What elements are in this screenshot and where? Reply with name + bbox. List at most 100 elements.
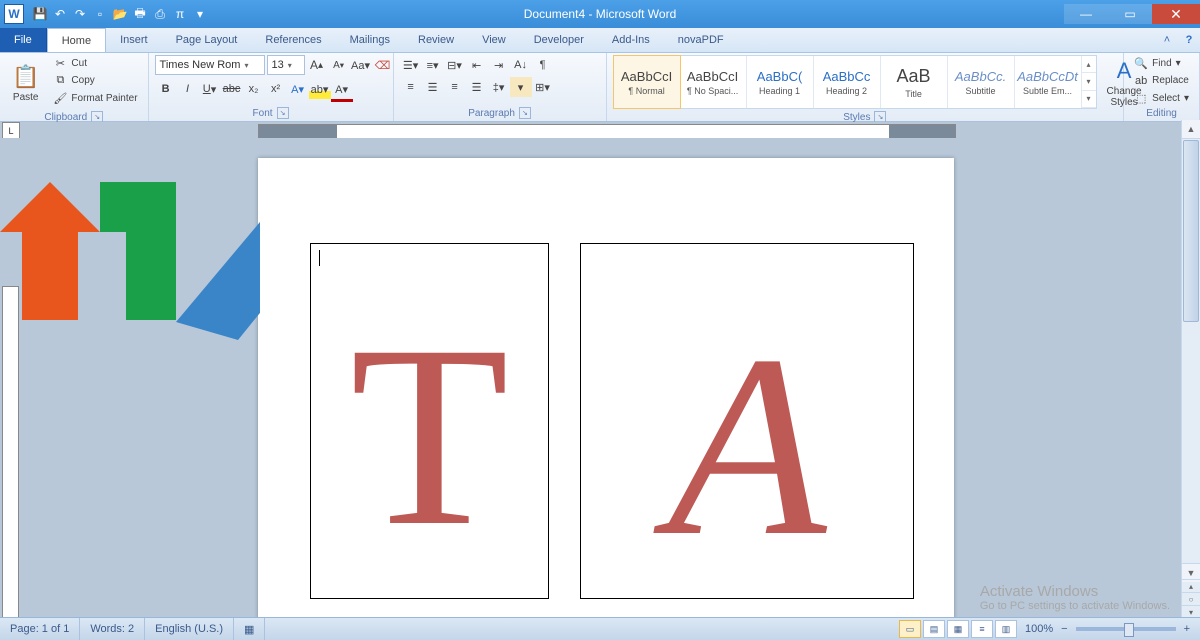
help-button[interactable]: ? — [1178, 28, 1200, 52]
word-app-icon: W — [4, 4, 24, 24]
tab-developer[interactable]: Developer — [520, 28, 598, 52]
zoom-slider[interactable] — [1076, 627, 1176, 631]
view-full-screen[interactable]: ▤ — [923, 620, 945, 638]
strikethrough-button[interactable]: abc — [221, 79, 243, 99]
find-button[interactable]: 🔍Find ▾ — [1130, 55, 1193, 72]
scroll-up-button[interactable]: ▲ — [1182, 120, 1200, 139]
font-dialog-launcher[interactable]: ↘ — [277, 107, 289, 119]
replace-icon: ab — [1134, 75, 1148, 87]
italic-button[interactable]: I — [177, 79, 199, 99]
zoom-in-button[interactable]: + — [1184, 623, 1190, 635]
prev-page-button[interactable]: ▴ — [1182, 579, 1200, 592]
decrease-indent-button[interactable]: ⇤ — [466, 55, 488, 75]
qat-open-icon[interactable]: 📂 — [112, 6, 128, 22]
window-maximize-button[interactable]: ▭ — [1108, 4, 1152, 24]
tab-addins[interactable]: Add-Ins — [598, 28, 664, 52]
tab-file[interactable]: File — [0, 28, 47, 52]
format-painter-button[interactable]: 🖌Format Painter — [49, 90, 141, 107]
clear-formatting-button[interactable]: ⌫ — [373, 56, 393, 74]
status-macro[interactable]: ▦ — [234, 618, 265, 640]
tab-page-layout[interactable]: Page Layout — [162, 28, 252, 52]
zoom-level[interactable]: 100% — [1025, 623, 1053, 635]
style-normal[interactable]: AaBbCcI¶ Normal — [613, 55, 681, 109]
increase-indent-button[interactable]: ⇥ — [488, 55, 510, 75]
styles-more[interactable]: ▴▾▾ — [1082, 56, 1096, 108]
show-marks-button[interactable]: ¶ — [532, 55, 554, 75]
grow-font-button[interactable]: A▴ — [307, 56, 327, 74]
status-language[interactable]: English (U.S.) — [145, 618, 234, 640]
font-size-select[interactable]: 13▾ — [267, 55, 305, 75]
superscript-button[interactable]: x² — [265, 79, 287, 99]
paste-button[interactable]: 📋 Paste — [6, 55, 45, 111]
qat-custom1-icon[interactable]: ⎙ — [152, 6, 168, 22]
change-case-button[interactable]: Aa▾ — [351, 56, 371, 74]
bullets-button[interactable]: ☰▾ — [400, 55, 422, 75]
subscript-button[interactable]: x₂ — [243, 79, 265, 99]
qat-more-icon[interactable]: ▾ — [192, 6, 208, 22]
letter-a-content: A — [668, 342, 827, 550]
window-minimize-button[interactable]: — — [1064, 4, 1108, 24]
view-draft[interactable]: ▥ — [995, 620, 1017, 638]
tab-novapdf[interactable]: novaPDF — [664, 28, 738, 52]
style-heading2[interactable]: AaBbCcHeading 2 — [814, 56, 881, 108]
tab-review[interactable]: Review — [404, 28, 468, 52]
align-center-button[interactable]: ☰ — [422, 77, 444, 97]
tab-view[interactable]: View — [468, 28, 520, 52]
shrink-font-button[interactable]: A▾ — [329, 56, 349, 74]
tab-home[interactable]: Home — [47, 28, 106, 52]
align-left-button[interactable]: ≡ — [400, 77, 422, 97]
status-words[interactable]: Words: 2 — [80, 618, 145, 640]
window-close-button[interactable]: ✕ — [1152, 4, 1200, 24]
borders-button[interactable]: ⊞▾ — [532, 77, 554, 97]
highlight-button[interactable]: ab▾ — [309, 79, 331, 99]
document-page[interactable]: T A — [258, 158, 954, 618]
vertical-scrollbar[interactable]: ▲ ▼ ▴ ○ ▾ — [1181, 120, 1200, 618]
zoom-out-button[interactable]: − — [1061, 623, 1067, 635]
text-box-2[interactable]: A — [580, 243, 914, 599]
underline-button[interactable]: U▾ — [199, 79, 221, 99]
qat-save-icon[interactable]: 💾 — [32, 6, 48, 22]
multilevel-button[interactable]: ⊟▾ — [444, 55, 466, 75]
scroll-thumb[interactable] — [1183, 140, 1199, 322]
qat-print-icon[interactable]: 🖶 — [132, 6, 148, 22]
qat-new-icon[interactable]: ▫ — [92, 6, 108, 22]
tab-references[interactable]: References — [251, 28, 335, 52]
document-workspace[interactable]: T A — [0, 138, 1182, 618]
style-subtitle[interactable]: AaBbCc.Subtitle — [948, 56, 1015, 108]
view-web-layout[interactable]: ▦ — [947, 620, 969, 638]
sort-button[interactable]: A↓ — [510, 55, 532, 75]
align-right-button[interactable]: ≡ — [444, 77, 466, 97]
font-color-button[interactable]: A▾ — [331, 79, 353, 102]
qat-equation-icon[interactable]: π — [172, 6, 188, 22]
browse-object-button[interactable]: ○ — [1182, 592, 1200, 605]
cut-button[interactable]: ✂Cut — [49, 55, 141, 72]
shading-button[interactable]: ▾ — [510, 77, 532, 97]
numbering-button[interactable]: ≡▾ — [422, 55, 444, 75]
text-effects-button[interactable]: A▾ — [287, 79, 309, 99]
vertical-ruler[interactable] — [2, 286, 19, 618]
style-heading1[interactable]: AaBbC(Heading 1 — [747, 56, 814, 108]
qat-undo-icon[interactable]: ↶ — [52, 6, 68, 22]
replace-button[interactable]: abReplace — [1130, 72, 1193, 89]
tab-insert[interactable]: Insert — [106, 28, 162, 52]
qat-redo-icon[interactable]: ↷ — [72, 6, 88, 22]
group-font: Times New Rom▾ 13▾ A▴ A▾ Aa▾ ⌫ B I U▾ ab… — [149, 53, 394, 121]
line-spacing-button[interactable]: ‡▾ — [488, 77, 510, 97]
styles-gallery[interactable]: AaBbCcI¶ Normal AaBbCcI¶ No Spaci... AaB… — [613, 55, 1097, 109]
style-no-spacing[interactable]: AaBbCcI¶ No Spaci... — [680, 56, 747, 108]
justify-button[interactable]: ☰ — [466, 77, 488, 97]
font-name-select[interactable]: Times New Rom▾ — [155, 55, 265, 75]
copy-button[interactable]: ⧉Copy — [49, 72, 141, 89]
paragraph-dialog-launcher[interactable]: ↘ — [519, 107, 531, 119]
text-box-1[interactable]: T — [310, 243, 549, 599]
status-page[interactable]: Page: 1 of 1 — [0, 618, 80, 640]
select-button[interactable]: ⬚Select ▾ — [1130, 90, 1193, 107]
bold-button[interactable]: B — [155, 79, 177, 99]
tab-mailings[interactable]: Mailings — [336, 28, 404, 52]
ribbon-minimize-button[interactable]: ˄ — [1156, 28, 1178, 52]
view-outline[interactable]: ≡ — [971, 620, 993, 638]
style-subtle-em[interactable]: AaBbCcDtSubtle Em... — [1015, 56, 1082, 108]
view-print-layout[interactable]: ▭ — [899, 620, 921, 638]
group-clipboard: 📋 Paste ✂Cut ⧉Copy 🖌Format Painter Clipb… — [0, 53, 149, 121]
style-title[interactable]: AaBTitle — [881, 56, 948, 108]
